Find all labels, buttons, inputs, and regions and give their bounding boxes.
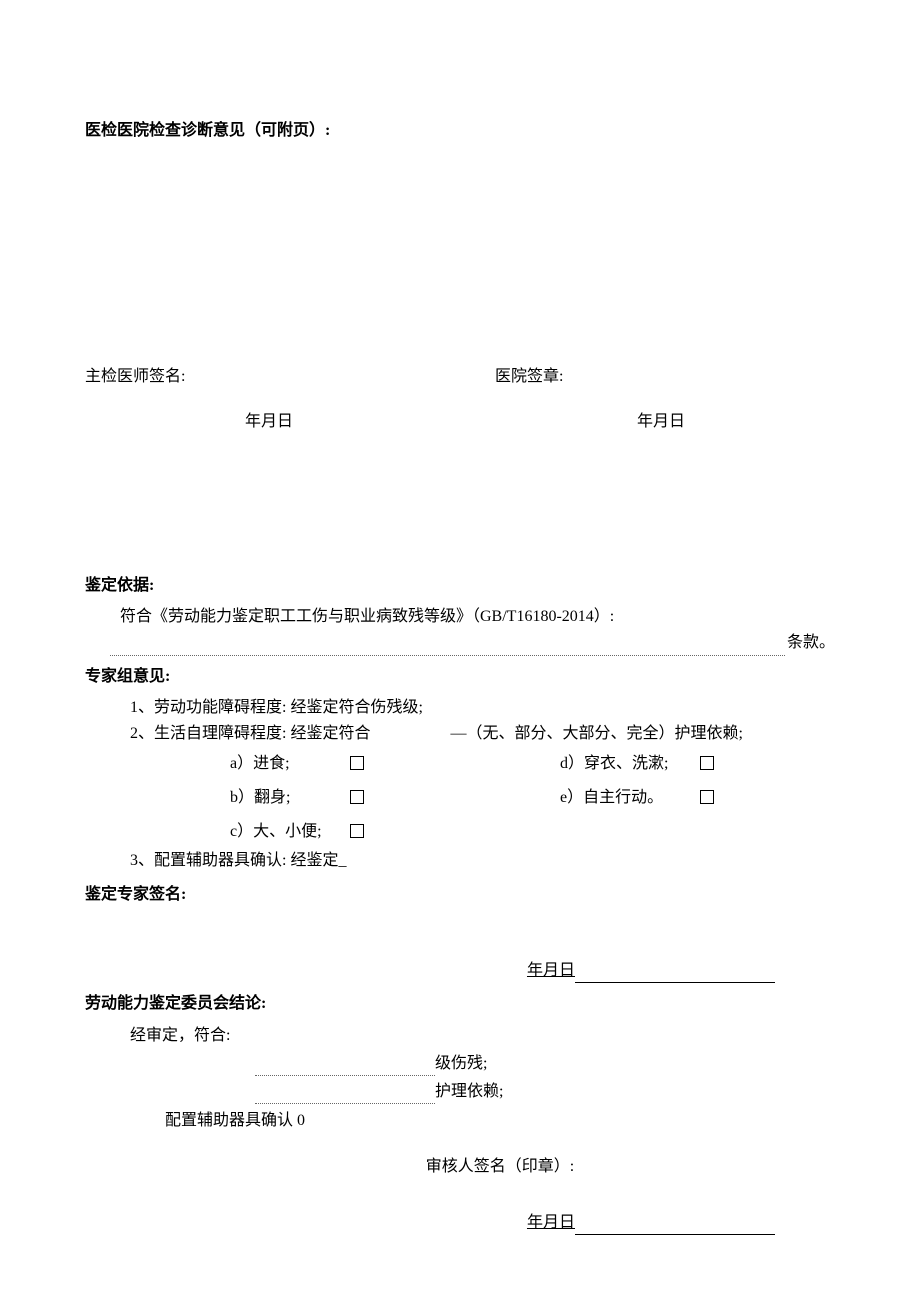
committee-date: 年月日: [527, 1210, 575, 1236]
basis-fill-line[interactable]: [110, 655, 785, 656]
sc-c-label: c）大、小便;: [230, 819, 350, 845]
committee-date-line[interactable]: [575, 1216, 775, 1235]
expert-date-line[interactable]: [575, 964, 775, 983]
examiner-date: 年月日: [245, 409, 293, 435]
committee-approved: 经审定，符合:: [85, 1023, 835, 1049]
checkbox-e[interactable]: [700, 790, 714, 804]
expert-item2-suffix: —（无、部分、大部分、完全）护理依赖;: [450, 721, 742, 747]
expert-sign-title: 鉴定专家签名:: [85, 882, 835, 908]
hospital-date: 年月日: [637, 409, 685, 435]
c1-fill[interactable]: [255, 1075, 435, 1076]
committee-c2: 护理依赖;: [435, 1079, 503, 1105]
basis-line: 符合《劳动能力鉴定职工工伤与职业病致残等级》（GB/T16180-2014）:: [85, 604, 835, 630]
checkbox-c[interactable]: [350, 824, 364, 838]
expert-item2-prefix: 2、生活自理障碍程度: 经鉴定符合: [130, 721, 370, 747]
expert-sign-date: 年月日: [527, 958, 575, 984]
basis-suffix: 条款。: [787, 630, 835, 656]
committee-title: 劳动能力鉴定委员会结论:: [85, 991, 835, 1017]
checkbox-d[interactable]: [700, 756, 714, 770]
basis-title: 鉴定依据:: [85, 573, 835, 599]
sc-b-label: b）翻身;: [230, 785, 350, 811]
checkbox-a[interactable]: [350, 756, 364, 770]
reviewer-label: 审核人签名（印章）:: [85, 1154, 835, 1180]
expert-title: 专家组意见:: [85, 664, 835, 690]
checkbox-b[interactable]: [350, 790, 364, 804]
committee-c1: 级伤残;: [435, 1051, 487, 1077]
examiner-sign-label: 主检医师签名:: [85, 364, 425, 390]
committee-c3: 配置辅助器具确认 0: [85, 1108, 835, 1134]
sc-d-label: d）穿衣、洗漱;: [560, 751, 700, 777]
expert-item3: 3、配置辅助器具确认: 经鉴定_: [85, 848, 835, 874]
expert-item1: 1、劳动功能障碍程度: 经鉴定符合伤残级;: [85, 695, 835, 721]
hospital-seal-label: 医院签章:: [425, 364, 835, 390]
sc-a-label: a）进食;: [230, 751, 350, 777]
sc-e-label: e）自主行动。: [560, 785, 700, 811]
exam-opinion-title: 医检医院检查诊断意见（可附页）:: [85, 118, 835, 144]
c2-fill[interactable]: [255, 1103, 435, 1104]
